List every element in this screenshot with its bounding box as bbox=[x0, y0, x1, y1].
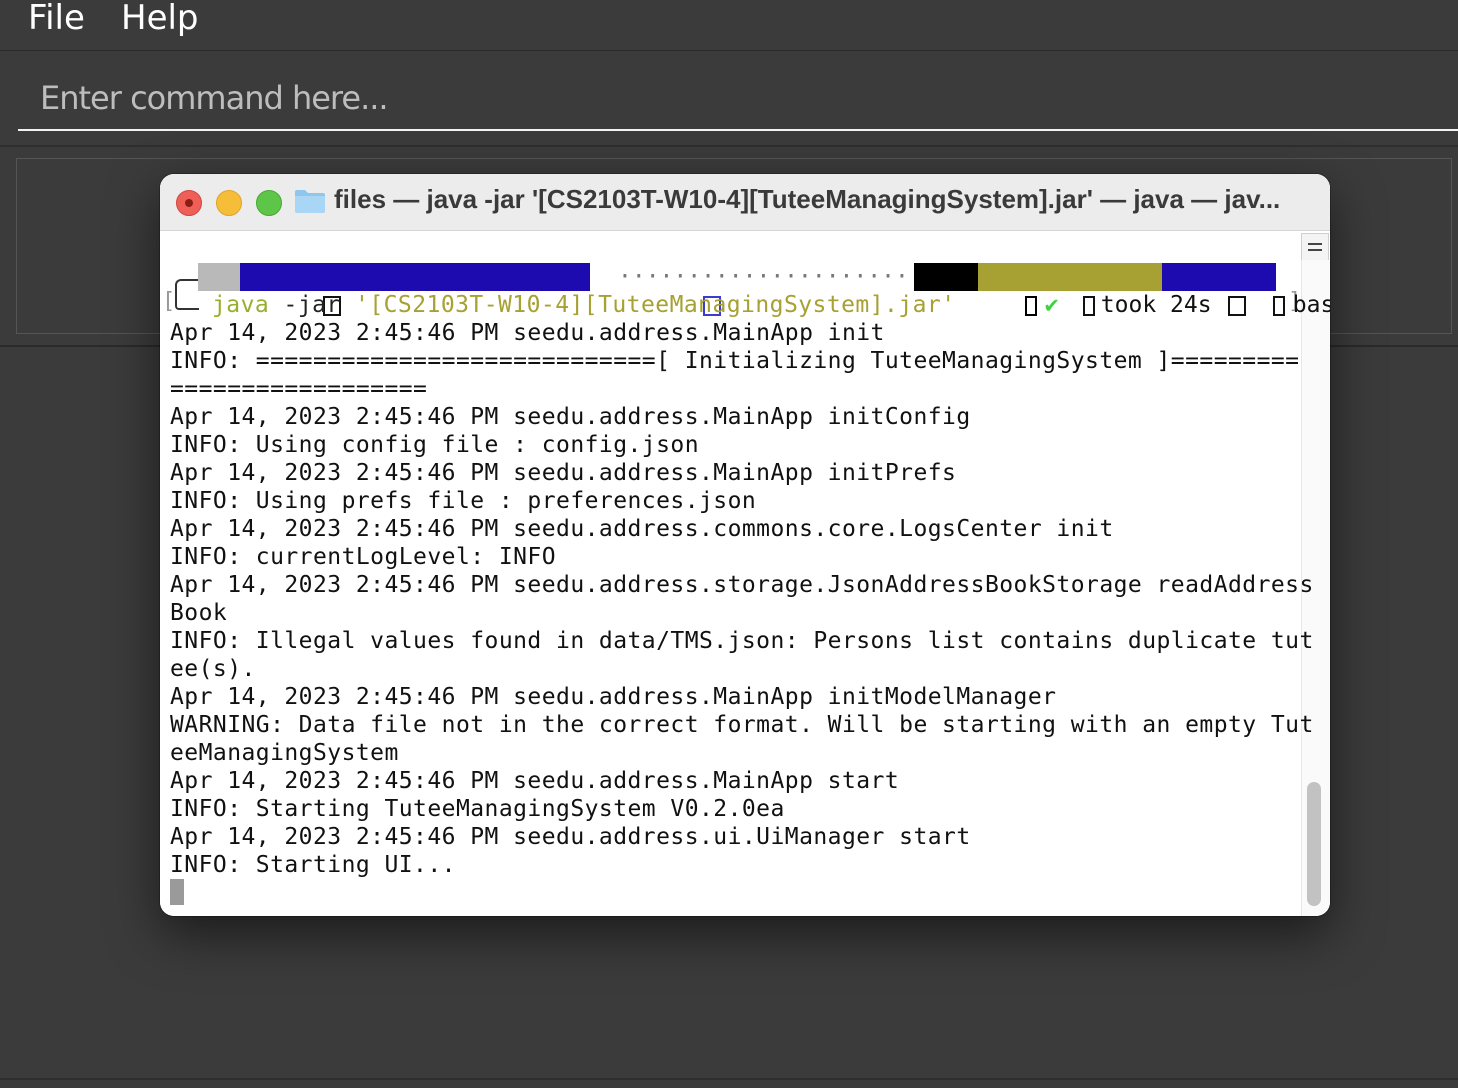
log-line: INFO: ============================[ Init… bbox=[170, 348, 1300, 374]
log-line: Apr 14, 2023 2:45:46 PM seedu.address.co… bbox=[170, 516, 1114, 542]
log-line: eeManagingSystem bbox=[170, 740, 399, 766]
prompt-env-segment: base bbox=[1162, 263, 1330, 318]
prompt-row: ~/Documents/PE/files ···················… bbox=[160, 263, 1330, 318]
prompt-duration-segment: took 24s bbox=[978, 263, 1246, 318]
prompt-env: base bbox=[1292, 292, 1330, 318]
log-line: Apr 14, 2023 2:45:46 PM seedu.address.Ma… bbox=[170, 404, 971, 430]
prompt-separator bbox=[592, 263, 721, 316]
zoom-window-button[interactable] bbox=[256, 190, 282, 216]
log-line: Apr 14, 2023 2:45:46 PM seedu.address.st… bbox=[170, 572, 1314, 598]
log-line: Book bbox=[170, 600, 228, 626]
close-window-button[interactable] bbox=[176, 190, 202, 216]
menu-file[interactable]: File bbox=[28, 0, 85, 38]
terminal-title: files — java -jar '[CS2103T-W10-4][Tutee… bbox=[334, 184, 1281, 214]
terminal-titlebar[interactable]: files — java -jar '[CS2103T-W10-4][Tutee… bbox=[160, 174, 1330, 231]
menu-help[interactable]: Help bbox=[121, 0, 199, 38]
log-line: Apr 14, 2023 2:45:46 PM seedu.address.Ma… bbox=[170, 684, 1057, 710]
log-line: Apr 14, 2023 2:45:46 PM seedu.address.ui… bbox=[170, 824, 971, 850]
folder-icon bbox=[295, 190, 325, 213]
command-flag: -jar bbox=[283, 292, 341, 318]
menu-bar: File Help bbox=[0, 0, 1458, 51]
command-input[interactable] bbox=[18, 67, 1458, 131]
minimize-window-button[interactable] bbox=[216, 190, 242, 216]
log-line: Apr 14, 2023 2:45:46 PM seedu.address.Ma… bbox=[170, 460, 957, 486]
log-line: INFO: Illegal values found in data/TMS.j… bbox=[170, 628, 1314, 654]
log-line: ================== bbox=[170, 376, 428, 402]
command-line: java -jar '[CS2103T-W10-4][TuteeManaging… bbox=[212, 291, 956, 319]
prompt-status-segment: ✔ bbox=[914, 263, 1059, 318]
log-line: INFO: Starting TuteeManagingSystem V0.2.… bbox=[170, 796, 785, 822]
log-line: INFO: Using prefs file : preferences.jso… bbox=[170, 488, 757, 514]
log-line: INFO: currentLogLevel: INFO bbox=[170, 544, 557, 570]
log-line: INFO: Using config file : config.json bbox=[170, 432, 699, 458]
log-line: INFO: Starting UI... bbox=[170, 852, 456, 878]
log-line: Apr 14, 2023 2:45:46 PM seedu.address.Ma… bbox=[170, 320, 885, 346]
text-cursor bbox=[170, 879, 184, 905]
prompt-os-segment bbox=[198, 263, 341, 316]
command-name: java bbox=[212, 292, 270, 318]
prompt-path-segment: ~/Documents/PE/files bbox=[240, 263, 681, 318]
log-line: ee(s). bbox=[170, 656, 256, 682]
command-argument: '[CS2103T-W10-4][TuteeManagingSystem].ja… bbox=[355, 292, 956, 318]
log-line: Apr 14, 2023 2:45:46 PM seedu.address.Ma… bbox=[170, 768, 900, 794]
scrollbar-thumb[interactable] bbox=[1307, 782, 1321, 906]
prompt-filler-dots: ······················· bbox=[618, 264, 937, 290]
terminal-content[interactable]: [ ] ~/Documents/PE/files ···············… bbox=[160, 231, 1330, 916]
log-line: WARNING: Data file not in the correct fo… bbox=[170, 712, 1314, 738]
python-icon bbox=[1272, 295, 1285, 316]
duration-separator-icon bbox=[1082, 295, 1095, 316]
terminal-window: files — java -jar '[CS2103T-W10-4][Tutee… bbox=[160, 174, 1330, 916]
split-pane-icon[interactable] bbox=[1301, 233, 1329, 261]
left-bracket: [ bbox=[162, 289, 176, 314]
prompt-corner-bottom-icon bbox=[175, 302, 199, 310]
status-bar-divider bbox=[0, 1078, 1458, 1080]
